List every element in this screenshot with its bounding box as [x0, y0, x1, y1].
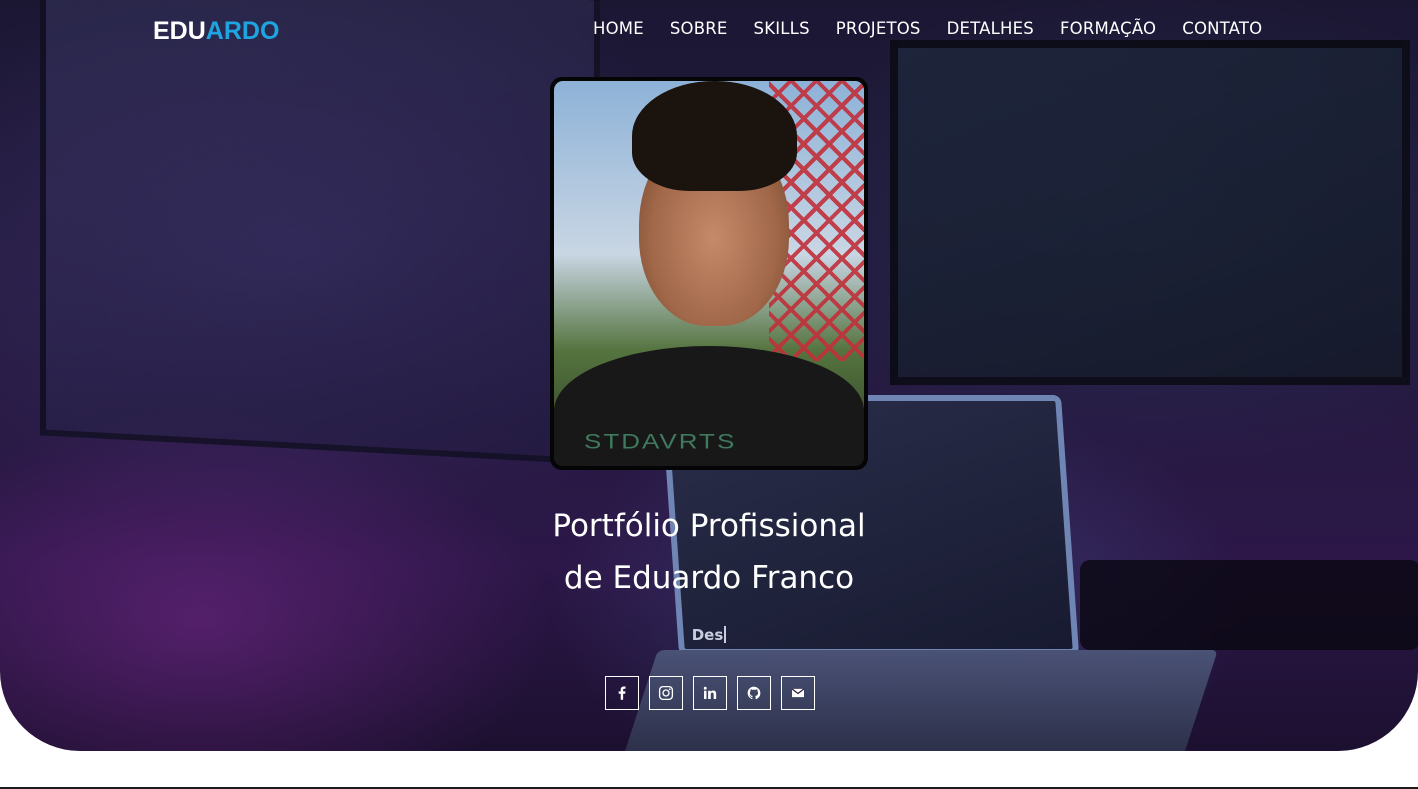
github-button[interactable]	[737, 676, 771, 710]
instagram-icon	[658, 685, 674, 701]
nav-detalhes[interactable]: DETALHES	[947, 19, 1034, 38]
logo[interactable]: EDUARDO	[153, 17, 279, 46]
nav-links: HOME SOBRE SKILLS PROJETOS DETALHES FORM…	[593, 19, 1288, 38]
hero-title: Portfólio Profissional de Eduardo Franco	[0, 500, 1418, 604]
nav-projetos[interactable]: PROJETOS	[836, 19, 921, 38]
nav-contato[interactable]: CONTATO	[1182, 19, 1262, 38]
typed-text: Des	[0, 626, 1418, 644]
facebook-icon	[618, 686, 626, 700]
profile-photo: STDAVRTS	[554, 81, 864, 466]
navbar: EDUARDO HOME SOBRE SKILLS PROJETOS DETAL…	[0, 0, 1418, 60]
background-monitor-left	[40, 0, 600, 465]
nav-formacao[interactable]: FORMAÇÃO	[1060, 19, 1156, 38]
email-button[interactable]	[781, 676, 815, 710]
hero-title-line-2: de Eduardo Franco	[563, 560, 855, 596]
linkedin-icon	[703, 686, 717, 699]
instagram-button[interactable]	[649, 676, 683, 710]
photo-hair	[632, 81, 797, 191]
typed-text-value: Des	[691, 626, 724, 644]
hero-section: EDUARDO HOME SOBRE SKILLS PROJETOS DETAL…	[0, 0, 1418, 751]
linkedin-button[interactable]	[693, 676, 727, 710]
nav-sobre[interactable]: SOBRE	[670, 19, 728, 38]
background-monitor-right	[890, 40, 1410, 385]
nav-skills[interactable]: SKILLS	[754, 19, 810, 38]
logo-part-1: EDU	[153, 17, 206, 45]
facebook-button[interactable]	[605, 676, 639, 710]
logo-part-2: ARDO	[205, 17, 280, 45]
social-links	[605, 676, 815, 710]
hero-title-line-1: Portfólio Profissional	[552, 508, 866, 544]
github-icon	[747, 686, 761, 700]
photo-shirt-text: STDAVRTS	[584, 429, 737, 454]
email-icon	[791, 688, 805, 698]
profile-photo-frame: STDAVRTS	[550, 77, 868, 470]
nav-home[interactable]: HOME	[593, 19, 644, 38]
typing-cursor	[724, 626, 727, 643]
